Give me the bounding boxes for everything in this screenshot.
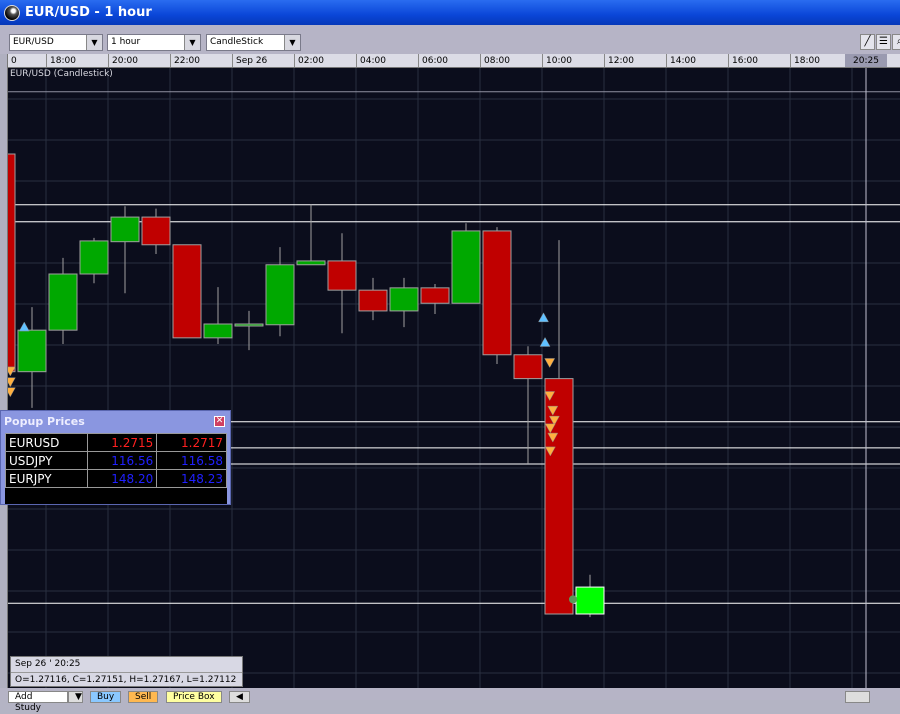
sell-button[interactable]: Sell (128, 691, 159, 703)
time-tick-label: 10:00 (542, 54, 572, 67)
popup-prices-window[interactable]: Popup Prices ✕ EURUSD 1.2715 1.2717 USDJPY 1… (0, 410, 231, 505)
current-price-dot (569, 595, 577, 604)
candle-down (8, 153, 16, 373)
sell-signal-down-arrow-icon (8, 387, 16, 398)
symbol-select[interactable]: EUR/USD ▼ (9, 34, 103, 51)
sell-signal-down-arrow-icon (544, 358, 556, 368)
candle-down (327, 260, 357, 291)
candle-down (513, 354, 543, 380)
info-date: Sep 26 ' 20:25 (15, 659, 81, 669)
buy-signal-up-arrow-icon (538, 312, 549, 323)
chevron-down-icon[interactable]: ▼ (284, 35, 300, 50)
time-axis: 0 18:00 20:00 22:00 Sep 26 02:00 04:00 06:00 08:… (8, 54, 900, 68)
time-tick-label: 16:00 (728, 54, 758, 67)
time-tick-label: 18:00 (46, 54, 76, 67)
draw-line-icon[interactable]: ╱ (860, 34, 875, 50)
price-box-button[interactable]: Price Box (166, 691, 222, 703)
popup-bid: 1.2715 (86, 433, 158, 452)
popup-pair: EURUSD (5, 433, 88, 452)
chart-type-select[interactable]: CandleStick ▼ (206, 34, 301, 51)
time-tick-label: 12:00 (604, 54, 634, 67)
candle-down (172, 244, 202, 339)
popup-title: Popup Prices (4, 415, 85, 428)
popup-price-row[interactable]: EURJPY 148.20 148.23 (5, 469, 227, 488)
time-tick-label: 06:00 (418, 54, 448, 67)
candle-up (203, 323, 233, 339)
bottom-bar: Add Study ▼ Buy Sell Price Box ◀ (0, 688, 900, 713)
candle-up (48, 273, 78, 331)
interval-value: 1 hour (111, 37, 141, 47)
chevron-down-icon[interactable]: ▼ (86, 35, 102, 50)
candle-up (389, 287, 419, 312)
candle-down (141, 216, 171, 246)
time-tick-label: 18:00 (790, 54, 820, 67)
price-axis-strip (0, 54, 8, 688)
candlestick-chart[interactable]: EUR/USD (Candlestick) (8, 68, 900, 688)
time-tick-label: 14:00 (666, 54, 696, 67)
window-title: EUR/USD - 1 hour (25, 5, 152, 20)
candle-up (265, 264, 295, 326)
time-tick-label: 20:00 (108, 54, 138, 67)
sell-signal-down-arrow-icon (8, 377, 16, 388)
candle-up (79, 240, 109, 275)
add-study-select[interactable]: Add Study (8, 691, 68, 713)
chart-toolbar: EUR/USD ▼ 1 hour ▼ CandleStick ▼ ╱ ☰ ⌕ (0, 25, 900, 54)
popup-ask: 116.58 (156, 451, 227, 470)
chart-canvas[interactable] (8, 68, 900, 688)
candle-up (296, 260, 326, 266)
candle-down (544, 378, 574, 615)
zoom-icon[interactable]: ⌕ (892, 34, 900, 50)
chart-title: EUR/USD (Candlestick) (10, 69, 113, 79)
candle-up (17, 329, 47, 373)
candle-down (358, 289, 388, 312)
chart-type-value: CandleStick (210, 37, 264, 47)
popup-pair: EURJPY (5, 469, 88, 488)
popup-ask: 1.2717 (156, 433, 227, 452)
ohlc-info-box: Sep 26 ' 20:25 O=1.27116, C=1.27151, H=1… (10, 656, 243, 687)
time-tick-label: 08:00 (480, 54, 510, 67)
popup-pair: USDJPY (5, 451, 88, 470)
buy-signal-up-arrow-icon (18, 321, 30, 332)
time-tick-label: 0 (8, 54, 17, 67)
title-bar: EUR/USD - 1 hour (0, 0, 900, 25)
close-icon[interactable]: ✕ (214, 416, 225, 427)
chevron-down-icon[interactable]: ▼ (68, 691, 83, 703)
popup-prices-table: EURUSD 1.2715 1.2717 USDJPY 116.56 116.58 EURJ… (5, 433, 227, 504)
interval-select[interactable]: 1 hour ▼ (107, 34, 201, 51)
time-tick-label: 04:00 (356, 54, 386, 67)
symbol-value: EUR/USD (13, 37, 54, 47)
candle-down (482, 230, 512, 356)
popup-price-row[interactable]: USDJPY 116.56 116.58 (5, 451, 227, 470)
scroll-left-icon[interactable]: ◀ (229, 691, 250, 703)
buy-button[interactable]: Buy (90, 691, 122, 703)
popup-ask: 148.23 (156, 469, 227, 488)
candle-down (420, 287, 450, 304)
popup-bid: 116.56 (86, 451, 158, 470)
candle-up (110, 216, 140, 243)
time-tick-label: Sep 26 (232, 54, 267, 67)
candle-up (451, 230, 481, 304)
candle-up (234, 323, 264, 327)
chevron-down-icon[interactable]: ▼ (184, 35, 200, 50)
app-logo-icon (4, 4, 20, 21)
info-ohlc: O=1.27116, C=1.27151, H=1.27167, L=1.271… (11, 672, 242, 687)
popup-price-row[interactable]: EURUSD 1.2715 1.2717 (5, 433, 227, 452)
time-tick-label: 02:00 (294, 54, 324, 67)
popup-bid: 148.20 (86, 469, 158, 488)
cursor-time-label: 20:25 (845, 54, 887, 67)
candle-up (575, 586, 605, 615)
time-tick-label: 22:00 (170, 54, 200, 67)
scrollbar-thumb[interactable] (845, 691, 870, 703)
horizontal-lines-icon[interactable]: ☰ (876, 34, 891, 50)
